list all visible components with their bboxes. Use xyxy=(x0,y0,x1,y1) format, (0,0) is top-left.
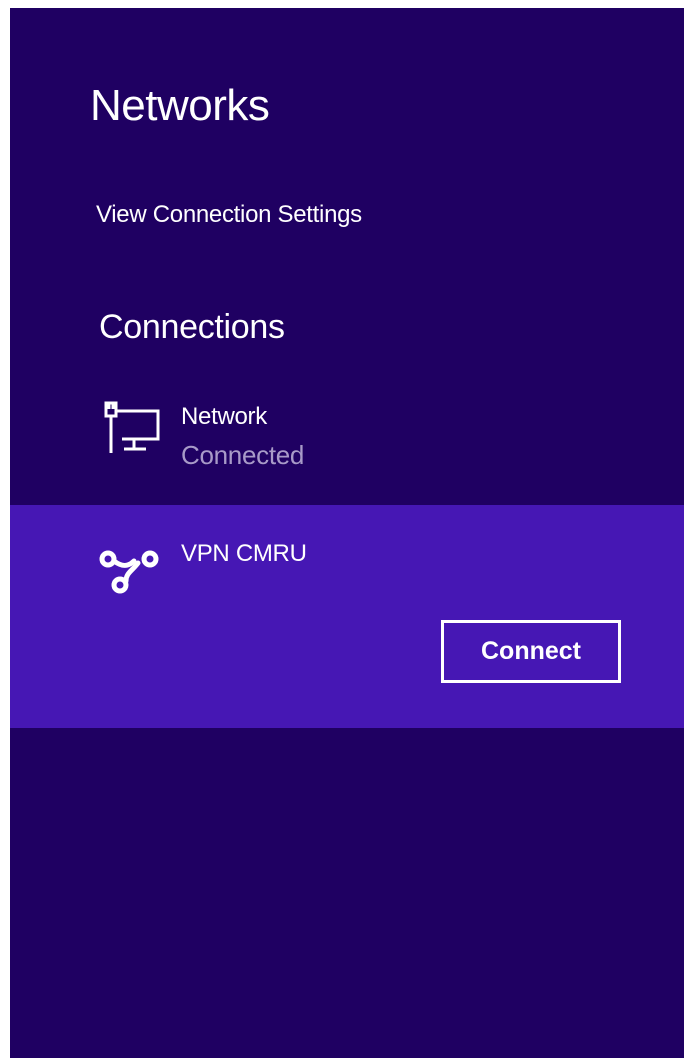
vpn-icon xyxy=(99,550,159,594)
connection-status: Connected xyxy=(181,440,305,470)
connection-item-vpn-cmru[interactable]: VPN CMRU Connect xyxy=(10,505,684,728)
connection-item-network[interactable]: Network Connected xyxy=(10,388,684,498)
view-connection-settings-link[interactable]: View Connection Settings xyxy=(96,201,362,229)
connection-name: VPN CMRU xyxy=(181,540,307,567)
networks-panel: Networks View Connection Settings Connec… xyxy=(10,8,684,1058)
panel-title: Networks xyxy=(90,81,270,130)
connect-button[interactable]: Connect xyxy=(441,620,621,683)
wired-network-icon xyxy=(104,401,160,453)
connection-name: Network xyxy=(181,403,267,430)
connections-heading: Connections xyxy=(99,308,285,346)
